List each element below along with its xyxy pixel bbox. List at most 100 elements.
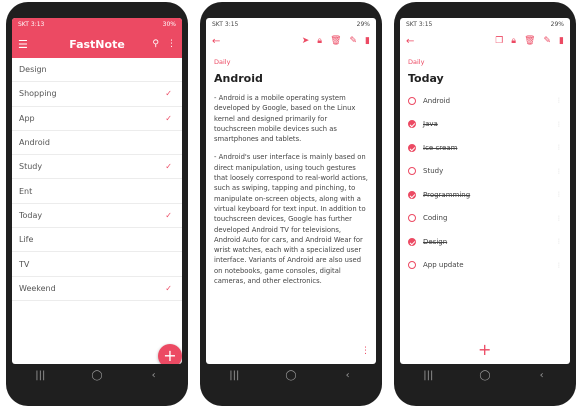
edit-icon[interactable]: ✎	[350, 36, 358, 46]
home-button[interactable]: ◯	[470, 370, 500, 381]
checklist-item[interactable]: App update ⋮	[400, 254, 570, 278]
check-icon: ✓	[165, 210, 172, 220]
share-icon[interactable]: ➤	[302, 36, 310, 46]
lock-icon[interactable]: 🔒︎	[317, 36, 322, 46]
list-item[interactable]: TV	[12, 252, 182, 277]
bookmark-icon[interactable]: ▮	[559, 36, 564, 46]
list-item-label: App	[19, 113, 35, 123]
list-item-label: Android	[19, 138, 50, 148]
unchecked-circle-icon[interactable]	[408, 96, 416, 105]
drag-handle-icon[interactable]: ⋮	[556, 121, 562, 128]
list-item-label: TV	[19, 259, 30, 269]
status-bar: SKT 3:15 29%	[206, 18, 376, 30]
list-item[interactable]: Today ✓	[12, 204, 182, 229]
list-item[interactable]: Study ✓	[12, 155, 182, 180]
checked-circle-icon[interactable]	[408, 190, 416, 199]
drag-handle-icon[interactable]: ⋮	[556, 168, 562, 175]
list-item[interactable]: Life	[12, 228, 182, 253]
checklist-item[interactable]: Programming ⋮	[400, 183, 570, 207]
list-item[interactable]: Weekend ✓	[12, 277, 182, 301]
back-arrow-icon[interactable]: ←	[212, 36, 220, 47]
checklist-item-label: Ice cream	[423, 143, 458, 152]
note-toolbar: ← ➤ 🔒︎ 🗑︎ ✎ ▮	[206, 30, 376, 52]
lock-icon[interactable]: 🔒︎	[511, 36, 516, 46]
delete-icon[interactable]: 🗑︎	[524, 36, 535, 46]
recents-button[interactable]: |||	[219, 370, 249, 381]
recents-button[interactable]: |||	[25, 370, 55, 381]
status-bar: SKT 3:13 30%	[12, 18, 182, 30]
checklist-item[interactable]: Coding ⋮	[400, 207, 570, 231]
checklist-item-label: Study	[423, 167, 444, 176]
checklist-item[interactable]: Ice cream ⋮	[400, 136, 570, 160]
check-icon: ✓	[165, 89, 172, 99]
list-item[interactable]: Ent	[12, 179, 182, 204]
unchecked-circle-icon[interactable]	[408, 214, 416, 223]
drag-handle-icon[interactable]: ⋮	[556, 97, 562, 104]
list-item[interactable]: Design	[12, 58, 182, 83]
checklist-item-label: Design	[423, 237, 448, 246]
check-icon: ✓	[165, 113, 172, 123]
status-battery: 29%	[356, 20, 370, 28]
note-title: Android	[214, 72, 263, 85]
back-button[interactable]: ‹	[333, 370, 363, 381]
list-item-label: Weekend	[19, 283, 56, 293]
category-list: Design Shopping ✓ App ✓ Android Study ✓ Ent Today…	[12, 58, 182, 301]
status-carrier-time: SKT 3:15	[406, 20, 433, 28]
checked-circle-icon[interactable]	[408, 143, 416, 152]
note-screen: SKT 3:15 29% ← ➤ 🔒︎ 🗑︎ ✎ ▮ Daily Android…	[206, 18, 376, 364]
copy-icon[interactable]: ❐	[495, 36, 503, 46]
unchecked-circle-icon[interactable]	[408, 261, 416, 270]
checklist-item[interactable]: Design ⋮	[400, 230, 570, 254]
check-icon: ✓	[165, 162, 172, 172]
delete-icon[interactable]: 🗑︎	[330, 36, 341, 46]
drag-handle-icon[interactable]: ⋮	[556, 191, 562, 198]
list-item-label: Shopping	[19, 89, 57, 99]
drag-handle-icon[interactable]: ⋮	[556, 144, 562, 151]
checked-circle-icon[interactable]	[408, 237, 416, 246]
checklist-item[interactable]: Android ⋮	[400, 89, 570, 113]
phone-note-screen: SKT 3:15 29% ← ➤ 🔒︎ 🗑︎ ✎ ▮ Daily Android…	[200, 2, 382, 406]
more-vert-icon[interactable]: ⋮	[167, 39, 176, 49]
list-screen: SKT 3:13 30% ☰ FastNote ⚲ ⋮ Design Shoppi…	[12, 18, 182, 364]
drag-handle-icon[interactable]: ⋮	[556, 215, 562, 222]
add-note-fab[interactable]: +	[158, 344, 182, 364]
back-arrow-icon[interactable]: ←	[406, 36, 414, 47]
note-paragraph: - Android is a mobile operating system d…	[214, 94, 356, 144]
checklist-item[interactable]: Study ⋮	[400, 160, 570, 184]
home-button[interactable]: ◯	[276, 370, 306, 381]
search-icon[interactable]: ⚲	[152, 39, 159, 49]
status-carrier-time: SKT 3:13	[18, 20, 45, 28]
app-bar: ☰ FastNote ⚲ ⋮	[12, 30, 182, 58]
checklist-item-label: Android	[423, 96, 451, 105]
unchecked-circle-icon[interactable]	[408, 167, 416, 176]
checklist-item-label: Programming	[423, 190, 471, 199]
list-item[interactable]: App ✓	[12, 107, 182, 131]
status-bar: SKT 3:15 29%	[400, 18, 570, 30]
home-button[interactable]: ◯	[82, 370, 112, 381]
status-battery: 30%	[162, 20, 176, 28]
checklist: Android ⋮ Java ⋮ Ice cream ⋮ Study ⋮ Programming…	[400, 89, 570, 277]
phone-list-screen: SKT 3:13 30% ☰ FastNote ⚲ ⋮ Design Shoppi…	[6, 2, 188, 406]
system-nav-bar: ||| ◯ ‹	[400, 364, 570, 386]
drag-handle-icon[interactable]: ⋮	[556, 262, 562, 269]
checklist-item[interactable]: Java ⋮	[400, 113, 570, 137]
list-item-label: Ent	[19, 186, 33, 196]
add-item-button[interactable]: +	[478, 340, 491, 359]
checklist-category: Daily	[408, 58, 425, 66]
list-item[interactable]: Shopping ✓	[12, 82, 182, 107]
checklist-toolbar: ← ❐ 🔒︎ 🗑︎ ✎ ▮	[400, 30, 570, 52]
edit-icon[interactable]: ✎	[544, 36, 552, 46]
list-item[interactable]: Android	[12, 131, 182, 156]
back-button[interactable]: ‹	[527, 370, 557, 381]
list-item-label: Study	[19, 162, 43, 172]
back-button[interactable]: ‹	[139, 370, 169, 381]
more-vert-icon[interactable]: ⋮	[361, 346, 370, 356]
checklist-title: Today	[408, 72, 444, 85]
bookmark-icon[interactable]: ▮	[365, 36, 370, 46]
checklist-item-label: Java	[423, 120, 438, 129]
checked-circle-icon[interactable]	[408, 120, 416, 129]
note-body[interactable]: - Android is a mobile operating system d…	[206, 89, 376, 286]
list-item-label: Design	[19, 65, 47, 75]
drag-handle-icon[interactable]: ⋮	[556, 238, 562, 245]
recents-button[interactable]: |||	[413, 370, 443, 381]
